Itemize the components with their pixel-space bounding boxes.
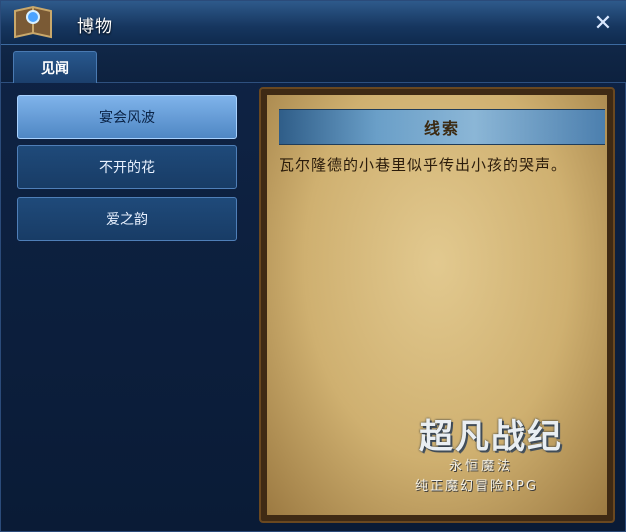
game-logo: 超凡战纪 永恒魔法 纯正魔幻冒险RPG xyxy=(395,395,595,505)
title-bar: 博物 ✕ xyxy=(1,1,626,45)
clue-heading: 线索 xyxy=(423,119,460,138)
list-item[interactable]: 宴会风波 xyxy=(17,95,237,139)
clue-text: 瓦尔隆德的小巷里似乎传出小孩的哭声。 xyxy=(279,156,568,174)
logo-tagline: 纯正魔幻冒险RPG xyxy=(415,479,538,494)
close-button[interactable]: ✕ xyxy=(589,9,617,37)
parchment: 线索 瓦尔隆德的小巷里似乎传出小孩的哭声。 超凡战纪 永恒魔法 纯正魔幻冒险RP… xyxy=(267,95,607,515)
logo-subtitle: 永恒魔法 xyxy=(449,459,514,474)
tab-jianwen[interactable]: 见闻 xyxy=(13,51,97,83)
clue-ribbon: 线索 xyxy=(279,109,605,145)
window-title: 博物 xyxy=(77,17,113,37)
book-emblem-icon xyxy=(14,5,52,39)
list-item[interactable]: 不开的花 xyxy=(17,145,237,189)
museum-window: 博物 ✕ 见闻 宴会风波 不开的花 爱之韵 线索 瓦尔隆德的小巷里似乎传出小孩的… xyxy=(0,0,626,532)
tab-bar: 见闻 xyxy=(1,45,626,83)
topic-list: 宴会风波 不开的花 爱之韵 xyxy=(11,87,251,523)
logo-title: 超凡战纪 xyxy=(419,417,563,457)
close-icon: ✕ xyxy=(593,10,613,36)
list-item[interactable]: 爱之韵 xyxy=(17,197,237,241)
clue-panel: 线索 瓦尔隆德的小巷里似乎传出小孩的哭声。 超凡战纪 永恒魔法 纯正魔幻冒险RP… xyxy=(259,87,615,523)
